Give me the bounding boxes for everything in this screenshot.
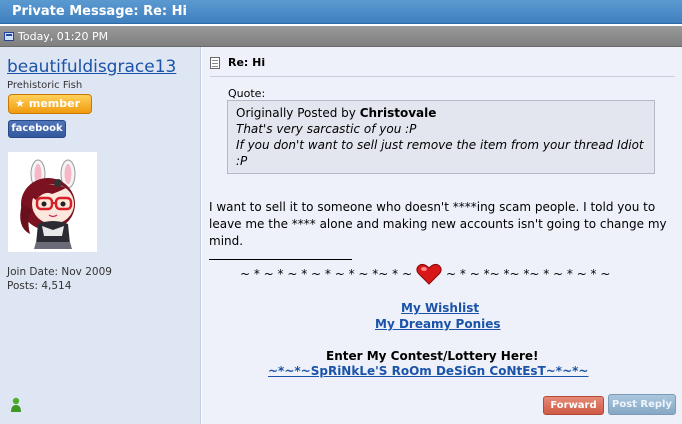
post-reply-button[interactable]: Post Reply xyxy=(608,394,676,415)
contest-link[interactable]: ~*~*~SpRiNkLe'S RoOm DeSiGn CoNtEsT~*~*~ xyxy=(268,364,588,378)
date-bar: Today, 01:20 PM xyxy=(0,26,682,47)
post-title-text: Re: Hi xyxy=(228,56,266,69)
message-text: I want to sell it to someone who doesn't… xyxy=(209,200,667,248)
sender-stats: Join Date: Nov 2009 Posts: 4,514 xyxy=(7,265,112,293)
forward-button[interactable]: Forward xyxy=(543,396,604,415)
titlebar-label: Private Message: xyxy=(12,4,139,19)
divider xyxy=(210,76,675,77)
quote-prefix: Originally Posted by xyxy=(236,106,356,120)
post-timestamp: Today, 01:20 PM xyxy=(18,29,109,43)
post-title: Re: Hi xyxy=(210,56,265,69)
signature-divider xyxy=(209,259,352,260)
message-titlebar: Private Message: Re: Hi xyxy=(0,0,682,24)
quote-box: Originally Posted by Christovale That's … xyxy=(227,100,655,174)
star-icon: ★ xyxy=(15,97,25,110)
document-icon xyxy=(210,56,220,69)
quote-label: Quote: xyxy=(228,87,266,100)
join-date: Join Date: Nov 2009 xyxy=(7,266,112,278)
avatar xyxy=(8,152,97,252)
member-badge-label: member xyxy=(28,97,81,110)
sender-username[interactable]: beautifuldisgrace13 xyxy=(7,57,176,77)
user-online-icon xyxy=(11,397,21,412)
quote-author: Christovale xyxy=(359,106,437,120)
contest-heading: Enter My Contest/Lottery Here! xyxy=(326,349,539,363)
quote-line: That's very sarcastic of you :P xyxy=(236,122,417,136)
facebook-badge[interactable]: facebook xyxy=(8,120,66,138)
post-count: Posts: 4,514 xyxy=(7,280,72,292)
member-badge: ★ member xyxy=(8,94,92,114)
ponies-link[interactable]: My Dreamy Ponies xyxy=(375,317,501,331)
titlebar-subject: Re: Hi xyxy=(143,4,187,19)
sender-title: Prehistoric Fish xyxy=(7,80,83,91)
quote-attribution: Originally Posted by Christovale xyxy=(236,105,646,121)
post-icon xyxy=(4,31,14,41)
heart-icon xyxy=(416,263,442,285)
message-body: Re: Hi Quote: Originally Posted by Chris… xyxy=(202,47,682,424)
signature-decoration: ~ * ~ * ~ * ~ * ~ * ~ *~ * ~ ~ * ~ *~ *~… xyxy=(240,263,610,285)
sig-deco-right: ~ * ~ *~ *~ *~ * ~ * ~ * ~ xyxy=(446,267,611,281)
sig-deco-left: ~ * ~ * ~ * ~ * ~ * ~ *~ * ~ xyxy=(240,267,413,281)
sender-sidebar: beautifuldisgrace13 Prehistoric Fish ★ me… xyxy=(0,47,201,424)
wishlist-link[interactable]: My Wishlist xyxy=(401,301,479,315)
quote-line: If you don't want to sell just remove th… xyxy=(236,138,644,168)
